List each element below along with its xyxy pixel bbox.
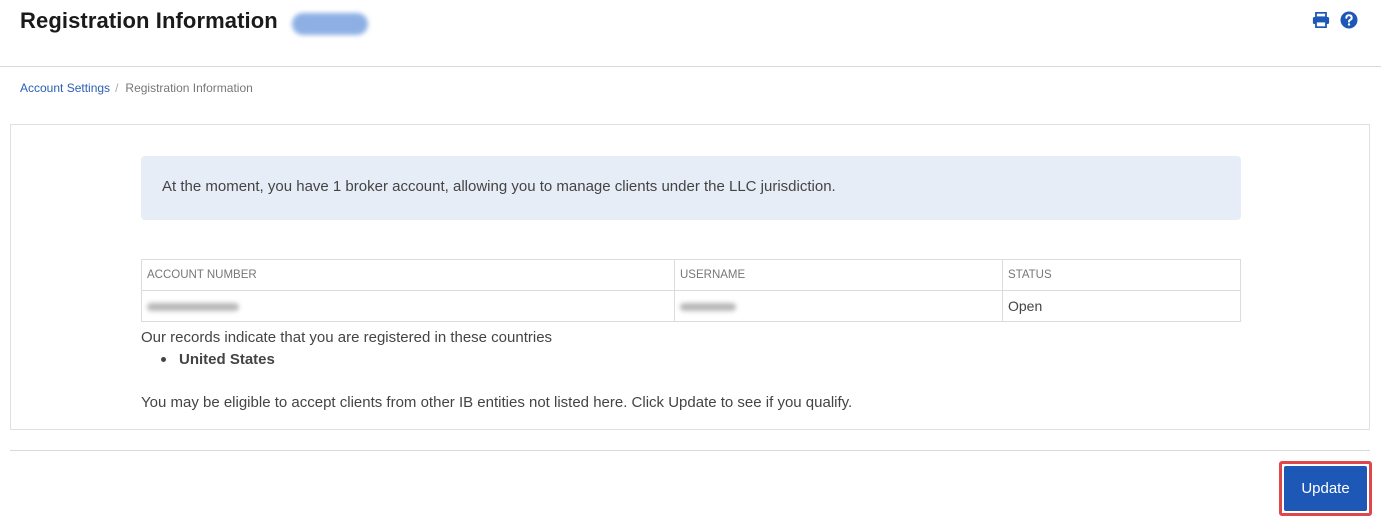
breadcrumb-current: Registration Information	[125, 81, 253, 95]
page-header: Registration Information	[0, 0, 1381, 67]
table-header-row: ACCOUNT NUMBER USERNAME STATUS	[141, 259, 1241, 291]
registration-panel: At the moment, you have 1 broker account…	[10, 124, 1370, 430]
account-id-badge	[292, 13, 368, 35]
info-alert: At the moment, you have 1 broker account…	[141, 156, 1241, 220]
breadcrumb: Account Settings / Registration Informat…	[20, 81, 253, 95]
column-account-number: ACCOUNT NUMBER	[141, 259, 675, 291]
breadcrumb-separator: /	[115, 81, 119, 95]
redacted-account-number	[147, 303, 239, 311]
breadcrumb-account-settings[interactable]: Account Settings	[20, 81, 110, 95]
redacted-username	[680, 303, 736, 311]
account-number-cell	[141, 290, 675, 322]
table-row: Open	[141, 290, 1241, 322]
update-button-highlight: Update	[1279, 461, 1372, 516]
update-button[interactable]: Update	[1284, 466, 1367, 511]
column-username: USERNAME	[674, 259, 1003, 291]
page-title: Registration Information	[20, 8, 278, 33]
records-text: Our records indicate that you are regist…	[141, 329, 553, 346]
list-item: United States	[161, 351, 275, 368]
help-icon[interactable]	[1339, 10, 1359, 30]
footer-divider	[10, 450, 1370, 451]
status-cell: Open	[1002, 290, 1241, 322]
country-list: United States	[161, 351, 275, 368]
eligibility-text: You may be eligible to accept clients fr…	[141, 394, 853, 411]
accounts-table: ACCOUNT NUMBER USERNAME STATUS Open	[141, 259, 1241, 322]
username-cell	[674, 290, 1003, 322]
column-status: STATUS	[1002, 259, 1241, 291]
print-icon[interactable]	[1311, 10, 1331, 30]
header-actions	[1311, 10, 1359, 30]
